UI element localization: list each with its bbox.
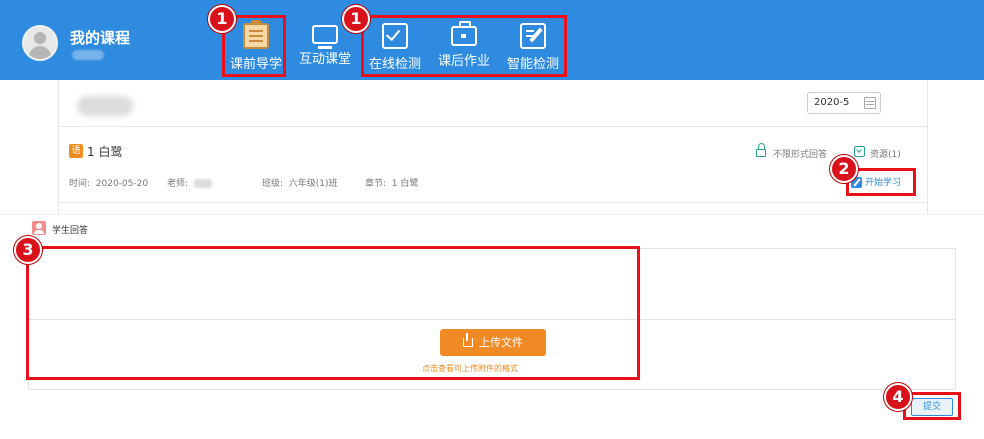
chapter-value: 1 白鹭 [391, 179, 419, 189]
nav-interactive-class-label: 互动课堂 [298, 52, 351, 67]
avatar-body [29, 46, 51, 59]
user-avatar[interactable] [22, 25, 58, 61]
avatar-head [34, 32, 46, 44]
time-value: 2020-05-20 [95, 179, 149, 189]
answer-section-label: 学生回答 [52, 226, 89, 236]
divider [0, 214, 984, 215]
lesson-chapter: 章节: 1 白鹭 [365, 176, 418, 189]
page-title: 我的课程 [70, 29, 131, 47]
blurred-panel-title [77, 96, 133, 116]
annotation-badge-2: 2 [830, 155, 858, 183]
lesson-teacher: 老师: [167, 176, 212, 189]
divider [59, 126, 927, 127]
blurred-teacher-name [193, 179, 212, 188]
lesson-time: 时间: 2020-05-20 [69, 176, 148, 189]
unlock-icon [756, 143, 766, 157]
class-label: 班级: [262, 179, 284, 189]
teacher-label: 老师: [167, 179, 189, 189]
lesson-name[interactable]: 1 白鹭 [87, 143, 122, 160]
lesson-panel: 2020-5 语 1 白鹭 时间: 2020-05-20 老师: 班级: 六年级… [58, 80, 928, 214]
annotation-badge-1: 1 [342, 5, 370, 33]
download-icon[interactable] [854, 146, 865, 157]
chapter-label: 章节: [365, 179, 387, 189]
blurred-username [72, 50, 104, 60]
monitor-icon [312, 25, 338, 49]
divider [59, 202, 927, 203]
student-icon [32, 221, 46, 235]
date-value: 2020-5 [814, 97, 850, 108]
calendar-icon [864, 97, 876, 109]
annotation-box-3 [26, 246, 640, 380]
annotation-box-1b [361, 15, 567, 77]
annotation-badge-3: 3 [14, 236, 42, 264]
annotation-badge-1: 1 [208, 5, 236, 33]
annotation-badge-4: 4 [884, 383, 912, 411]
date-picker[interactable]: 2020-5 [807, 92, 881, 114]
answer-mode: 不限形式回答 [773, 150, 828, 160]
lesson-class: 班级: 六年级(1)班 [262, 176, 338, 189]
time-label: 时间: [69, 179, 91, 189]
resources-link[interactable]: 资源(1) [870, 147, 901, 160]
class-value: 六年级(1)班 [288, 179, 338, 189]
subject-tag: 语 [69, 144, 83, 158]
